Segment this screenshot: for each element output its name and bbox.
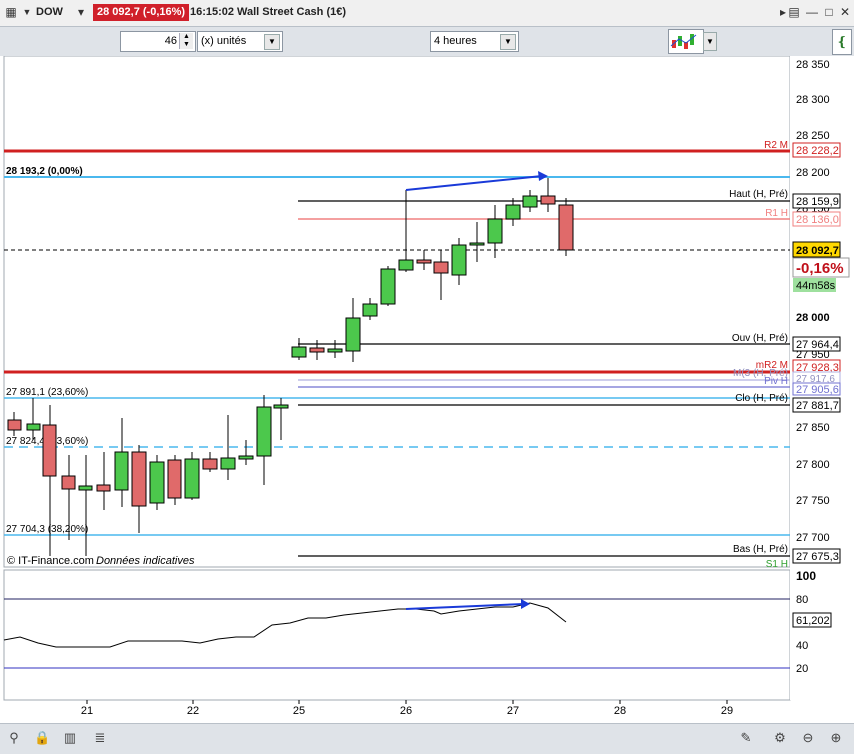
haut-label: Haut (H, Pré) bbox=[729, 189, 788, 200]
fib-382b-label: 27 704,3 (38,20%) bbox=[6, 524, 88, 535]
crosshair-icon[interactable]: ✎ bbox=[738, 730, 754, 746]
x-axis-label: 26 bbox=[400, 705, 412, 717]
dropdown-small-icon[interactable]: ▾ bbox=[74, 5, 88, 19]
layers-icon[interactable]: ≣ bbox=[92, 730, 108, 746]
piv-label: Piv H bbox=[764, 376, 788, 387]
quantity-stepper[interactable]: 46 ▲ ▼ bbox=[120, 31, 196, 52]
price-change-badge: 28 092,7 (-0,16%) bbox=[93, 4, 190, 21]
bottom-toolbar: ⚲ 🔒 ▥ ≣ ✎ ⚙ ⊖ ⊕ bbox=[0, 723, 854, 754]
price-tick: 27 850 bbox=[796, 422, 830, 434]
zoom-out-icon[interactable]: ⊖ bbox=[800, 730, 816, 746]
price-tick: 27 750 bbox=[796, 495, 830, 507]
maximize-icon[interactable]: □ bbox=[822, 5, 836, 19]
haut-price-label: 28 159,9 bbox=[796, 196, 839, 208]
candle[interactable] bbox=[167, 455, 182, 505]
fib-top-label: 28 193,2 (0,00%) bbox=[6, 166, 83, 177]
chevron-down-icon[interactable]: ▼ bbox=[703, 32, 717, 51]
indicator-value-label: 61,202 bbox=[796, 615, 830, 627]
bas-label: Bas (H, Pré) bbox=[733, 544, 788, 555]
last-price-label: 28 092,7 bbox=[796, 245, 839, 257]
price-tick: 27 700 bbox=[796, 532, 830, 544]
indicator-tick: 80 bbox=[796, 594, 808, 606]
clo-label: Clo (H, Pré) bbox=[735, 393, 788, 404]
unit-value: (x) unités bbox=[201, 35, 247, 47]
data-note: Données indicatives bbox=[96, 555, 195, 567]
price-tick: 28 300 bbox=[796, 94, 830, 106]
stepper-arrows-icon[interactable]: ▲ ▼ bbox=[179, 33, 193, 49]
x-axis-label: 21 bbox=[81, 705, 93, 717]
r1-label: R1 H bbox=[765, 208, 788, 219]
bas-price-label: 27 675,3 bbox=[796, 551, 839, 563]
fib-236-label: 27 891,1 (23,60%) bbox=[6, 387, 88, 398]
indicator-tick: 40 bbox=[796, 640, 808, 652]
indicator-panel-icon[interactable]: ❴ bbox=[832, 29, 852, 55]
title-bar: ▦ ▼ DOW ▾ 28 092,7 (-0,16%) 16:15:02 Wal… bbox=[0, 0, 854, 27]
instrument-label: Wall Street Cash (1€) bbox=[237, 6, 347, 18]
change-label: -0,16% bbox=[796, 260, 844, 277]
x-axis-label: 27 bbox=[507, 705, 519, 717]
r2-price-label: 28 228,2 bbox=[796, 145, 839, 157]
period-select[interactable]: 4 heures ▼ bbox=[430, 31, 519, 52]
ouv-price-label: 27 964,4 bbox=[796, 339, 839, 351]
unit-select[interactable]: (x) unités ▼ bbox=[197, 31, 283, 52]
indicator-tick: 100 bbox=[796, 569, 816, 583]
x-axis-label: 25 bbox=[293, 705, 305, 717]
price-chart-svg[interactable]: 28 350 28 300 28 250 28 200 28 150 28 00… bbox=[0, 56, 854, 753]
price-tick: 27 800 bbox=[796, 459, 830, 471]
lock-icon[interactable]: 🔒 bbox=[34, 730, 50, 746]
x-axis-label: 22 bbox=[187, 705, 199, 717]
r2-label: R2 M bbox=[764, 140, 788, 151]
countdown-label: 44m58s bbox=[796, 280, 836, 292]
price-tick: 28 350 bbox=[796, 59, 830, 71]
r1-price-label: 28 136,0 bbox=[796, 214, 839, 226]
close-icon[interactable]: ✕ bbox=[838, 5, 852, 19]
candlestick-chart-icon bbox=[670, 34, 697, 49]
s1-label: S1 H bbox=[766, 559, 788, 570]
candle[interactable] bbox=[184, 452, 200, 500]
zoom-icon[interactable]: ⚙ bbox=[772, 730, 788, 746]
candle[interactable] bbox=[380, 266, 396, 306]
indicator-tick: 20 bbox=[796, 663, 808, 675]
x-axis-labels: 21 22 25 26 27 28 29 bbox=[81, 700, 733, 717]
time-label: 16:15:02 bbox=[190, 6, 235, 18]
symbol-label[interactable]: DOW bbox=[36, 6, 63, 18]
candle[interactable] bbox=[558, 198, 574, 256]
minimize-icon[interactable]: — bbox=[805, 5, 819, 19]
source-watermark: © IT-Finance.com bbox=[7, 555, 94, 567]
price-tick: 28 250 bbox=[796, 130, 830, 142]
quantity-value: 46 bbox=[164, 35, 177, 47]
clo-price-label: 27 881,7 bbox=[796, 400, 839, 412]
zoom-in-icon[interactable]: ⊕ bbox=[828, 730, 844, 746]
chevron-down-icon[interactable]: ▼ bbox=[264, 34, 280, 50]
x-axis-label: 28 bbox=[614, 705, 626, 717]
price-tick: 28 200 bbox=[796, 167, 830, 179]
x-axis-label: 29 bbox=[721, 705, 733, 717]
chart-type-button[interactable] bbox=[668, 29, 704, 54]
chevron-down-icon[interactable]: ▼ bbox=[500, 34, 516, 50]
piv-price-label: 27 905,6 bbox=[796, 384, 839, 396]
delete-icon[interactable]: ▥ bbox=[62, 730, 78, 746]
chart-toolbar: 46 ▲ ▼ (x) unités ▼ 4 heures ▼ ▼ ❴ bbox=[0, 27, 854, 56]
price-tick: 28 000 bbox=[796, 312, 830, 324]
chart-window-icon: ▦ bbox=[5, 5, 17, 19]
ouv-label: Ouv (H, Pré) bbox=[732, 333, 788, 344]
drawing-tools-icon[interactable]: ⚲ bbox=[6, 730, 22, 746]
candle[interactable] bbox=[149, 455, 165, 510]
indicator-panel bbox=[3, 569, 791, 701]
chart-area[interactable]: 28 350 28 300 28 250 28 200 28 150 28 00… bbox=[0, 56, 854, 753]
period-value: 4 heures bbox=[434, 35, 477, 47]
chevron-down-icon[interactable]: ▼ bbox=[20, 5, 34, 19]
grid-menu-icon[interactable]: ▤ bbox=[787, 5, 801, 19]
